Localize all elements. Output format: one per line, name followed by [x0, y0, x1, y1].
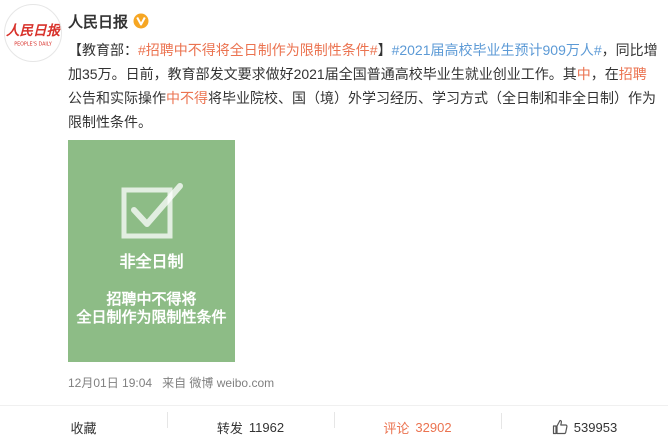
post-source[interactable]: 微博 weibo.com [189, 376, 274, 390]
like-button[interactable]: 539953 [501, 413, 668, 435]
logo-subtext: PEOPLE'S DAILY [14, 42, 52, 48]
checkbox-icon [120, 182, 188, 242]
image-tag-text: 非全日制 [119, 254, 184, 271]
action-bar: 收藏 转发 11962 评论 32902 539953 [0, 405, 668, 448]
comment-count: 32902 [415, 419, 452, 435]
verified-badge-icon [133, 13, 149, 29]
comment-button[interactable]: 评论 32902 [334, 411, 501, 437]
username[interactable]: 人民日报 [68, 11, 128, 32]
hashtag-link[interactable]: #2021届高校毕业生预计909万人# [392, 42, 602, 58]
source-label: 来自 [162, 376, 187, 390]
post-timestamp[interactable]: 12月01日 19:04 [68, 374, 152, 391]
repost-label: 转发 [216, 420, 243, 436]
bracket-close: 】 [377, 42, 392, 58]
post-header: 人民日报 [68, 10, 149, 32]
post-body: 【教育部：#招聘中不得将全日制作为限制性条件#】#2021届高校毕业生预计909… [68, 38, 660, 134]
peoples-daily-logo: 人民日报 PEOPLE'S DAILY [6, 23, 61, 48]
post-meta: 12月01日 19:04 来自 微博 weibo.com [68, 374, 274, 391]
highlight-text: 招聘 [618, 66, 647, 82]
highlight-text: 中不得 [166, 90, 208, 106]
comment-label: 评论 [383, 420, 410, 436]
repost-count: 11962 [248, 419, 285, 435]
highlight-text: 中 [576, 66, 591, 82]
repost-button[interactable]: 转发 11962 [167, 411, 334, 437]
favorite-button[interactable]: 收藏 [0, 418, 167, 437]
post-prefix: 【教育部： [68, 42, 138, 58]
avatar[interactable]: 人民日报 PEOPLE'S DAILY [4, 4, 62, 62]
post-text-segment: 公告和实际操作 [68, 90, 166, 106]
hashtag-link[interactable]: #招聘中不得将全日制作为限制性条件# [138, 42, 378, 58]
favorite-label: 收藏 [70, 420, 97, 436]
thumbs-up-icon [552, 419, 568, 435]
logo-text: 人民日报 [6, 23, 61, 39]
image-headline-line2: 全日制作为限制性条件 [76, 309, 227, 326]
like-count: 539953 [573, 419, 618, 435]
post-image[interactable]: 非全日制 招聘中不得将 全日制作为限制性条件 [68, 140, 235, 362]
post-text-segment: ，在 [590, 66, 619, 82]
